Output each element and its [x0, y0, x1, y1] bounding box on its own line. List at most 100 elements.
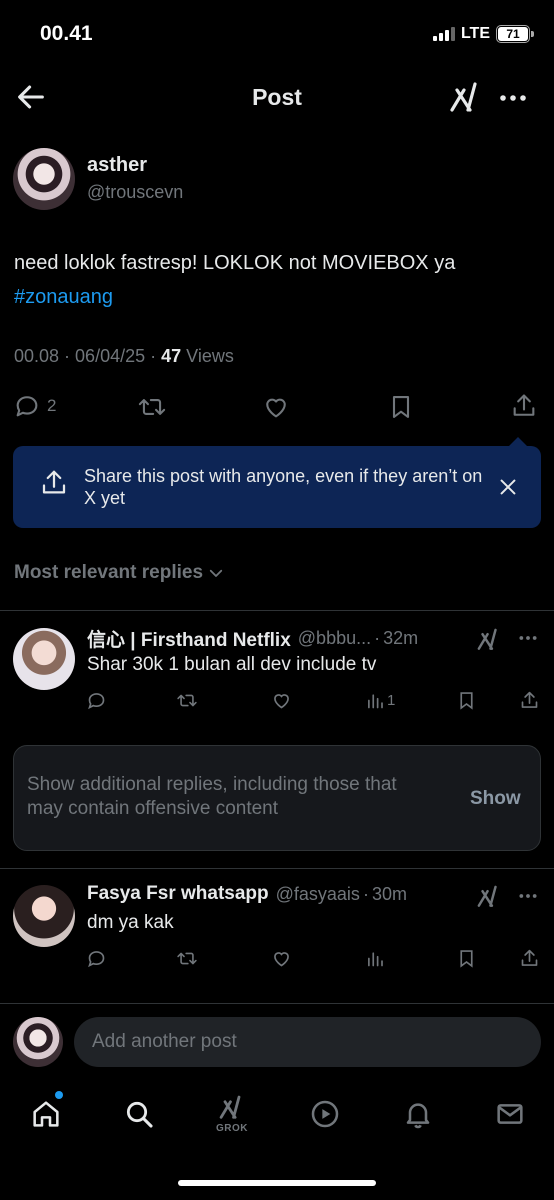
- replies-sort-label: Most relevant replies: [14, 562, 204, 583]
- bookmark-icon: [392, 396, 410, 418]
- reply-icon: [16, 396, 38, 417]
- like-button[interactable]: [271, 690, 292, 711]
- like-icon: [274, 952, 289, 967]
- post-hashtag-link[interactable]: #zonauang: [14, 286, 113, 308]
- share-button[interactable]: [519, 690, 540, 711]
- search-icon: [126, 1101, 153, 1128]
- hidden-replies-box: Show additional replies, including those…: [13, 745, 541, 851]
- home-icon: [33, 1101, 59, 1127]
- status-time: 00.41: [40, 22, 93, 45]
- divider: [0, 868, 554, 869]
- close-icon[interactable]: [497, 476, 519, 498]
- views-button[interactable]: [366, 948, 384, 969]
- reply-header: Fasya Fsr whatsapp @fasyaais · 30m: [87, 883, 467, 905]
- reply-icon: [88, 693, 105, 710]
- reply-author-name[interactable]: Fasya Fsr whatsapp: [87, 883, 269, 905]
- reply-text: dm ya kak: [87, 912, 174, 933]
- show-hidden-replies-button[interactable]: Show: [470, 788, 521, 810]
- share-icon: [521, 949, 538, 966]
- battery-icon: 71: [496, 25, 534, 43]
- nav-video[interactable]: [299, 1088, 351, 1140]
- status-indicators: LTE 71: [432, 22, 534, 46]
- share-banner-text: Share this post with anyone, even if the…: [84, 466, 483, 508]
- reply-author-handle[interactable]: @bbbu...: [298, 628, 371, 649]
- network-label: LTE: [460, 25, 490, 42]
- post-meta: 00.08 · 06/04/25 · 47 Views: [14, 346, 234, 366]
- nav-notifications[interactable]: [392, 1088, 444, 1140]
- bookmark-button[interactable]: [456, 690, 477, 711]
- reply-count: 2: [47, 396, 57, 415]
- post-text: need loklok fastresp! LOKLOK not MOVIEBO…: [14, 246, 544, 314]
- nav-grok-label: GROK: [216, 1123, 248, 1134]
- separator-dot: ·: [362, 883, 369, 904]
- like-icon: [266, 398, 286, 418]
- repost-button[interactable]: [137, 393, 167, 421]
- post-time: 00.08: [14, 346, 60, 366]
- more-button[interactable]: [496, 86, 530, 110]
- bookmark-icon: [460, 692, 473, 710]
- more-icon[interactable]: [516, 630, 540, 646]
- more-icon[interactable]: [516, 888, 540, 904]
- nav-search[interactable]: [113, 1088, 165, 1140]
- like-icon: [274, 694, 289, 709]
- post-body: need loklok fastresp! LOKLOK not MOVIEBO…: [14, 252, 456, 274]
- post-views-count: 47: [161, 346, 182, 366]
- repost-button[interactable]: [176, 690, 198, 711]
- divider: [0, 610, 554, 611]
- home-indicator: [178, 1180, 376, 1186]
- notification-dot: [55, 1091, 63, 1099]
- share-icon: [513, 394, 535, 416]
- views-icon: [368, 952, 383, 967]
- nav-grok[interactable]: GROK: [206, 1088, 258, 1140]
- grok-icon[interactable]: [476, 627, 502, 653]
- share-icon: [521, 691, 538, 708]
- reply-avatar[interactable]: [13, 628, 75, 690]
- reply-age: 30m: [371, 883, 407, 904]
- author-name[interactable]: asther: [87, 154, 147, 177]
- repost-icon: [177, 952, 197, 965]
- bookmark-button[interactable]: [387, 393, 415, 421]
- author-avatar[interactable]: [13, 148, 75, 210]
- share-icon: [42, 470, 66, 494]
- views-button[interactable]: 1: [366, 690, 395, 711]
- compose-input[interactable]: [74, 1017, 541, 1067]
- post-views-label: Views: [186, 346, 234, 366]
- reply-icon: [88, 951, 105, 968]
- grok-icon: [219, 1095, 241, 1119]
- reply-button[interactable]: [86, 948, 107, 969]
- reply-button[interactable]: [86, 690, 107, 711]
- grok-icon[interactable]: [476, 884, 502, 910]
- reply-age: 32m: [383, 628, 419, 648]
- divider: [0, 1003, 554, 1004]
- mail-icon: [497, 1104, 523, 1124]
- nav-messages[interactable]: [484, 1088, 536, 1140]
- repost-button[interactable]: [176, 948, 198, 969]
- signal-icon: [432, 27, 455, 41]
- grok-button[interactable]: [448, 80, 484, 116]
- replies-sort-dropdown[interactable]: Most relevant replies: [14, 562, 225, 584]
- repost-icon: [177, 694, 197, 707]
- post-date: 06/04/25: [75, 346, 146, 366]
- reply-button[interactable]: 2: [13, 392, 56, 420]
- share-button[interactable]: [510, 392, 538, 420]
- like-button[interactable]: [262, 393, 290, 421]
- reply-author-handle[interactable]: @fasyaais: [276, 884, 360, 905]
- grok-icon: [450, 82, 477, 112]
- like-button[interactable]: [271, 948, 292, 969]
- battery-level: 71: [498, 27, 528, 41]
- compose-avatar: [13, 1017, 63, 1067]
- bookmark-button[interactable]: [456, 948, 477, 969]
- reply-avatar[interactable]: [13, 885, 75, 947]
- reply-author-name[interactable]: 信心 | Firsthand Netflix: [87, 625, 291, 652]
- author-handle[interactable]: @trouscevn: [87, 182, 183, 203]
- share-banner[interactable]: Share this post with anyone, even if the…: [13, 446, 541, 528]
- nav-home[interactable]: [20, 1088, 72, 1140]
- bookmark-icon: [460, 950, 473, 968]
- hidden-replies-text: Show additional replies, including those…: [27, 774, 397, 819]
- bell-icon: [406, 1103, 430, 1129]
- more-icon: [500, 95, 526, 101]
- reply-views-count: 1: [387, 692, 396, 709]
- separator-dot: ·: [374, 628, 381, 648]
- views-icon: [368, 694, 383, 709]
- share-button[interactable]: [519, 948, 540, 969]
